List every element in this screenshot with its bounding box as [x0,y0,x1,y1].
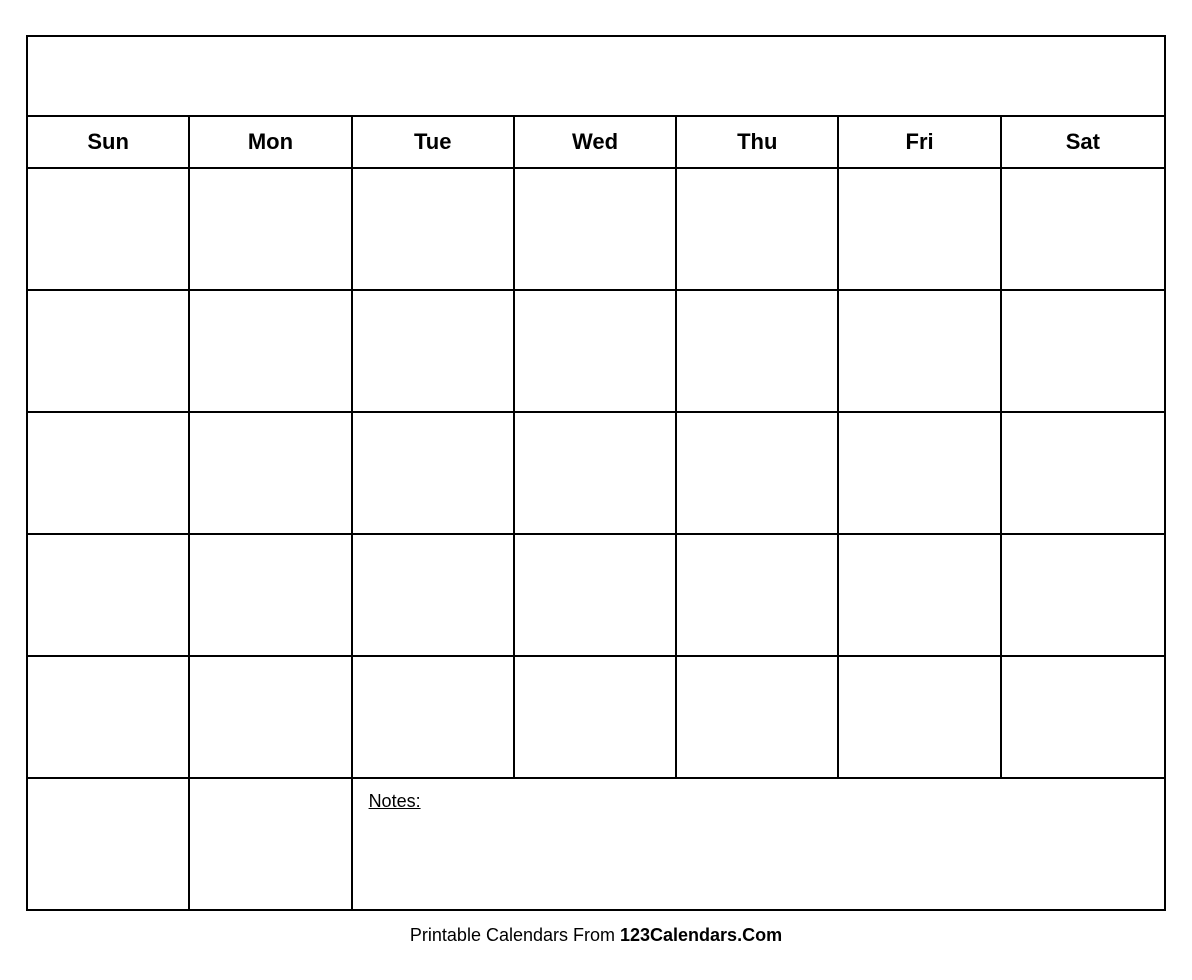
cell-3-5[interactable] [677,413,839,533]
cell-1-5[interactable] [677,169,839,289]
calendar-row-last: Notes: [28,779,1164,909]
cell-1-7[interactable] [1002,169,1164,289]
header-mon: Mon [190,117,352,167]
cell-4-4[interactable] [515,535,677,655]
cell-4-3[interactable] [353,535,515,655]
header-thu: Thu [677,117,839,167]
cell-4-1[interactable] [28,535,190,655]
cell-3-1[interactable] [28,413,190,533]
cell-1-6[interactable] [839,169,1001,289]
cell-5-4[interactable] [515,657,677,777]
cell-3-2[interactable] [190,413,352,533]
cell-1-2[interactable] [190,169,352,289]
notes-cell[interactable]: Notes: [353,779,1164,909]
cell-3-6[interactable] [839,413,1001,533]
cell-2-6[interactable] [839,291,1001,411]
calendar-row-3 [28,413,1164,535]
cell-5-5[interactable] [677,657,839,777]
calendar-body: Notes: [28,169,1164,909]
header-sat: Sat [1002,117,1164,167]
cell-4-5[interactable] [677,535,839,655]
cell-2-3[interactable] [353,291,515,411]
cell-3-3[interactable] [353,413,515,533]
calendar-title-row [28,37,1164,117]
header-sun: Sun [28,117,190,167]
cell-5-1[interactable] [28,657,190,777]
cell-1-3[interactable] [353,169,515,289]
header-tue: Tue [353,117,515,167]
cell-3-4[interactable] [515,413,677,533]
calendar-row-4 [28,535,1164,657]
calendar-row-5 [28,657,1164,779]
calendar-row-1 [28,169,1164,291]
cell-5-3[interactable] [353,657,515,777]
cell-last-2[interactable] [190,779,352,909]
calendar-container: Sun Mon Tue Wed Thu Fri Sat [26,35,1166,911]
cell-4-6[interactable] [839,535,1001,655]
cell-2-5[interactable] [677,291,839,411]
footer: Printable Calendars From 123Calendars.Co… [410,925,782,946]
cell-1-4[interactable] [515,169,677,289]
cell-5-2[interactable] [190,657,352,777]
cell-5-7[interactable] [1002,657,1164,777]
cell-2-2[interactable] [190,291,352,411]
cell-1-1[interactable] [28,169,190,289]
header-fri: Fri [839,117,1001,167]
cell-4-2[interactable] [190,535,352,655]
calendar-row-2 [28,291,1164,413]
cell-2-4[interactable] [515,291,677,411]
cell-2-1[interactable] [28,291,190,411]
page-wrapper: Sun Mon Tue Wed Thu Fri Sat [26,35,1166,946]
cell-last-1[interactable] [28,779,190,909]
cell-2-7[interactable] [1002,291,1164,411]
cell-4-7[interactable] [1002,535,1164,655]
notes-label: Notes: [369,791,421,811]
calendar-header: Sun Mon Tue Wed Thu Fri Sat [28,117,1164,169]
header-wed: Wed [515,117,677,167]
footer-brand: 123Calendars.Com [620,925,782,945]
footer-text: Printable Calendars From [410,925,620,945]
cell-3-7[interactable] [1002,413,1164,533]
cell-5-6[interactable] [839,657,1001,777]
